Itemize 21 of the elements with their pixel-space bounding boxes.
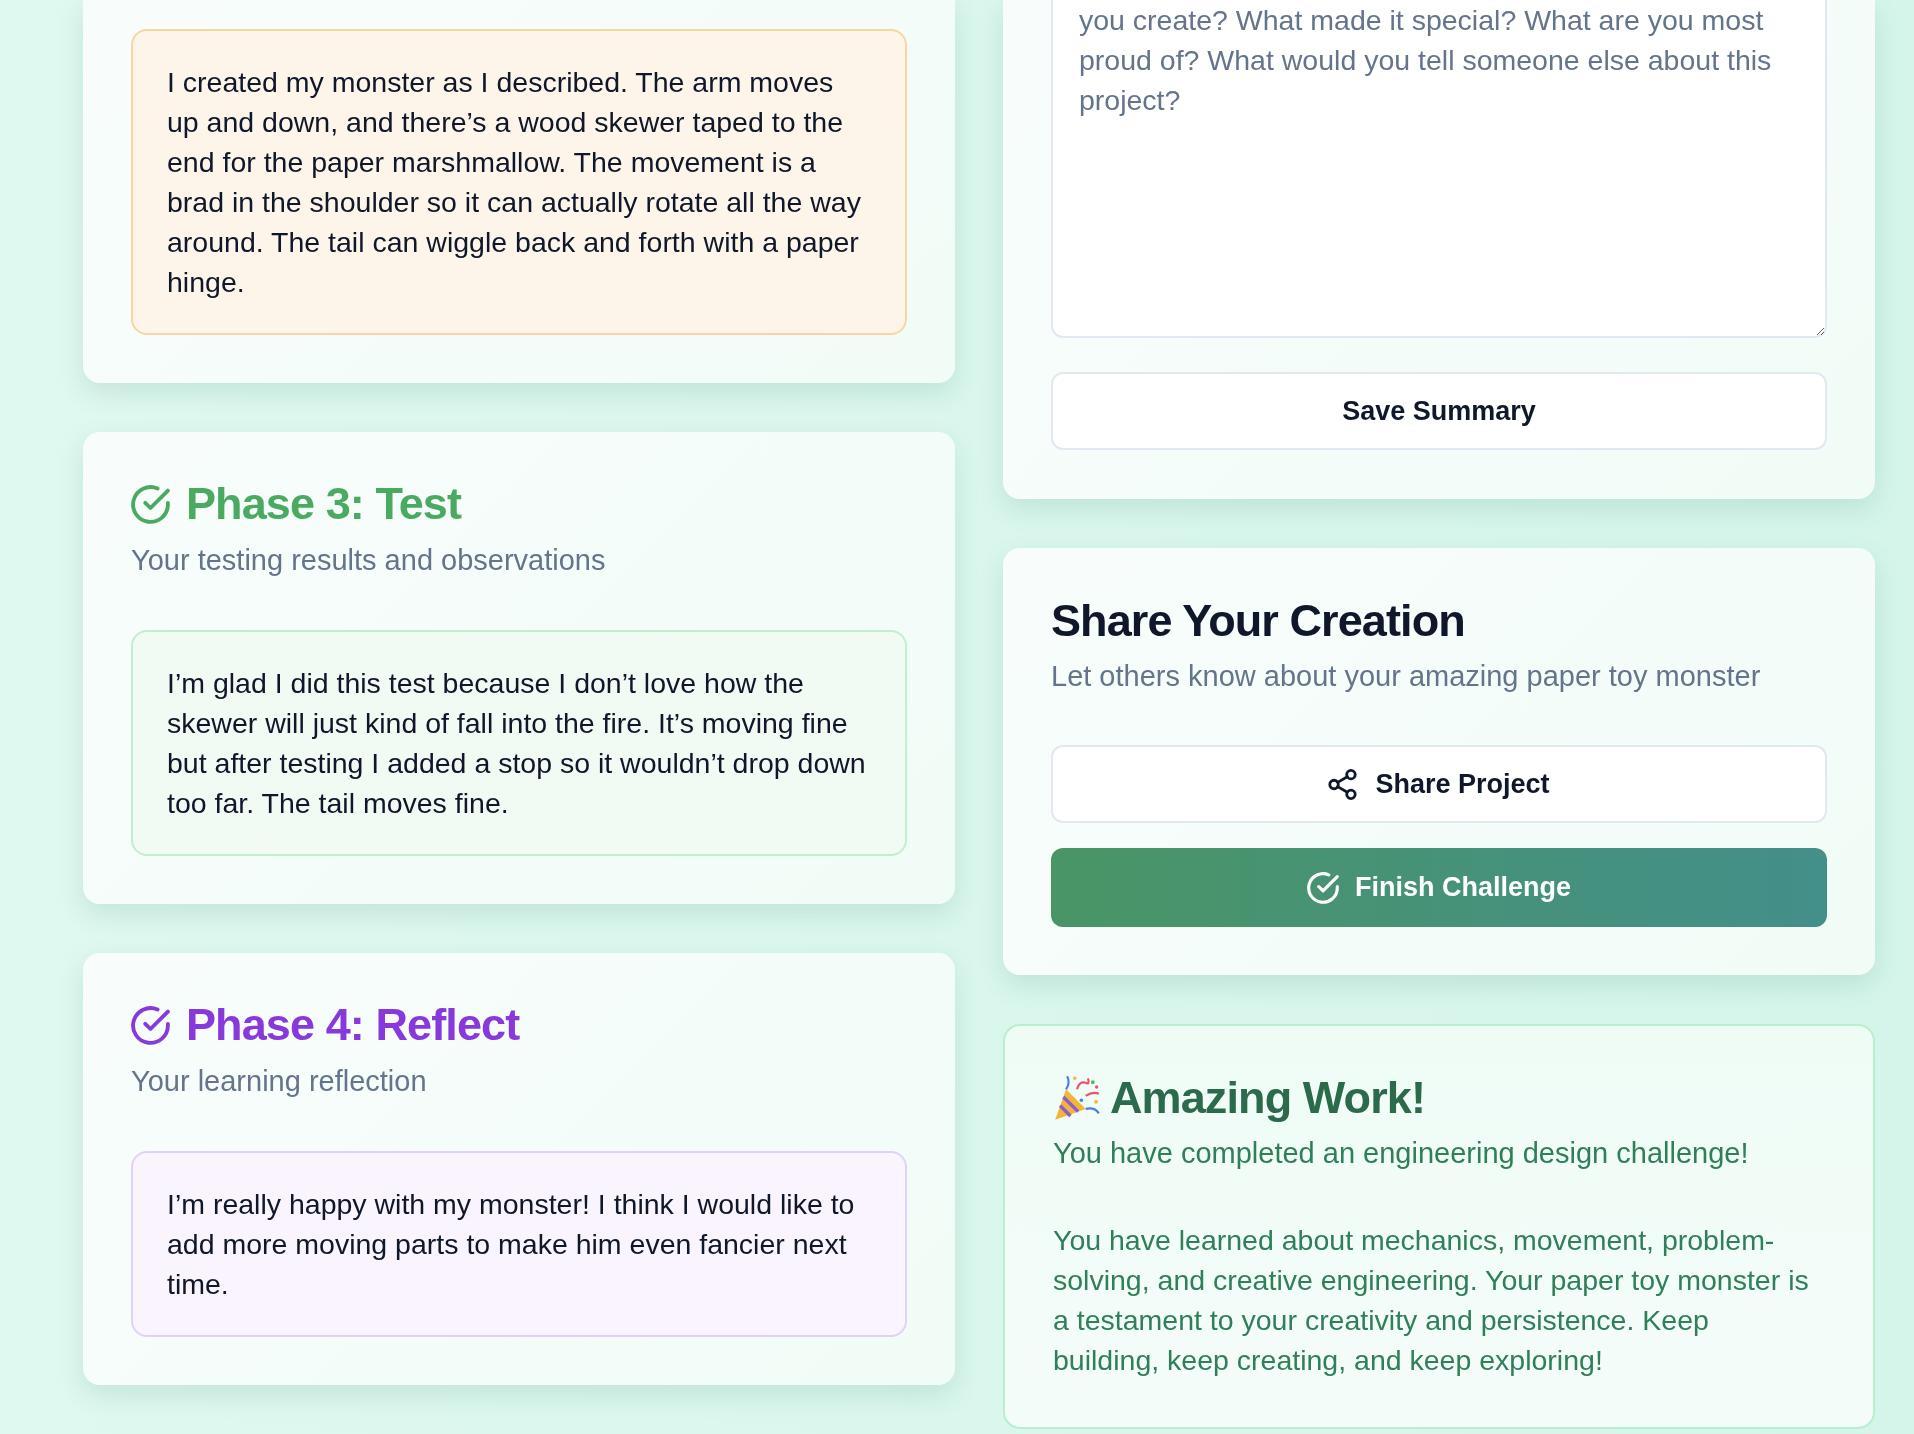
- response-note: I created my monster as I described. The arm moves up and down, and there’s a wood skewer taped to the end for the paper marshmallow. The movement is a brad in the shoulder so it can actually rotate all the way around. The tail can wiggle back and forth with a paper hinge.: [131, 29, 907, 335]
- party-popper-icon: [1053, 1074, 1101, 1122]
- check-circle-icon: [131, 1005, 170, 1045]
- check-circle-icon: [131, 484, 170, 524]
- summary-field[interactable]: you create? What made it special? What are you most proud of? What would you tell someone else about this project?: [1051, 0, 1827, 338]
- response-note: I’m really happy with my monster! I think I would like to add more moving parts to make him even fancier next time.: [131, 1151, 907, 1337]
- celebration-subtitle: You have completed an engineering design challenge!: [1053, 1136, 1750, 1171]
- save-summary-button[interactable]: Save Summary: [1051, 372, 1827, 450]
- response-note: I’m glad I did this test because I don’t love how the skewer will just kind of fall into the fire. It’s moving fine but after testing I added a stop so it wouldn’t drop down too far. The tail moves fine.: [131, 630, 907, 856]
- share-project-button[interactable]: Share Project: [1051, 745, 1827, 823]
- phase-title: Phase 4: Reflect: [186, 1000, 520, 1050]
- phase-subtitle: Your testing results and observations: [131, 543, 607, 578]
- celebration-title: Amazing Work!: [1110, 1073, 1425, 1123]
- share-icon: [1328, 768, 1358, 800]
- check-circle-icon: [1307, 871, 1339, 904]
- finish-challenge-button[interactable]: Finish Challenge: [1051, 848, 1827, 927]
- share-title: Share Your Creation: [1051, 596, 1466, 646]
- phase-title: Phase 3: Test: [186, 479, 462, 529]
- celebration-message: You have learned about mechanics, movement, problem-solving, and creative engineering. Your paper toy monster is a testament to your creativity and persistence. Keep building, keep creating, and keep exploring!: [1053, 1223, 1810, 1378]
- share-subtitle: Let others know about your amazing paper toy monster: [1051, 659, 1762, 694]
- phase-subtitle: Your learning reflection: [131, 1064, 428, 1099]
